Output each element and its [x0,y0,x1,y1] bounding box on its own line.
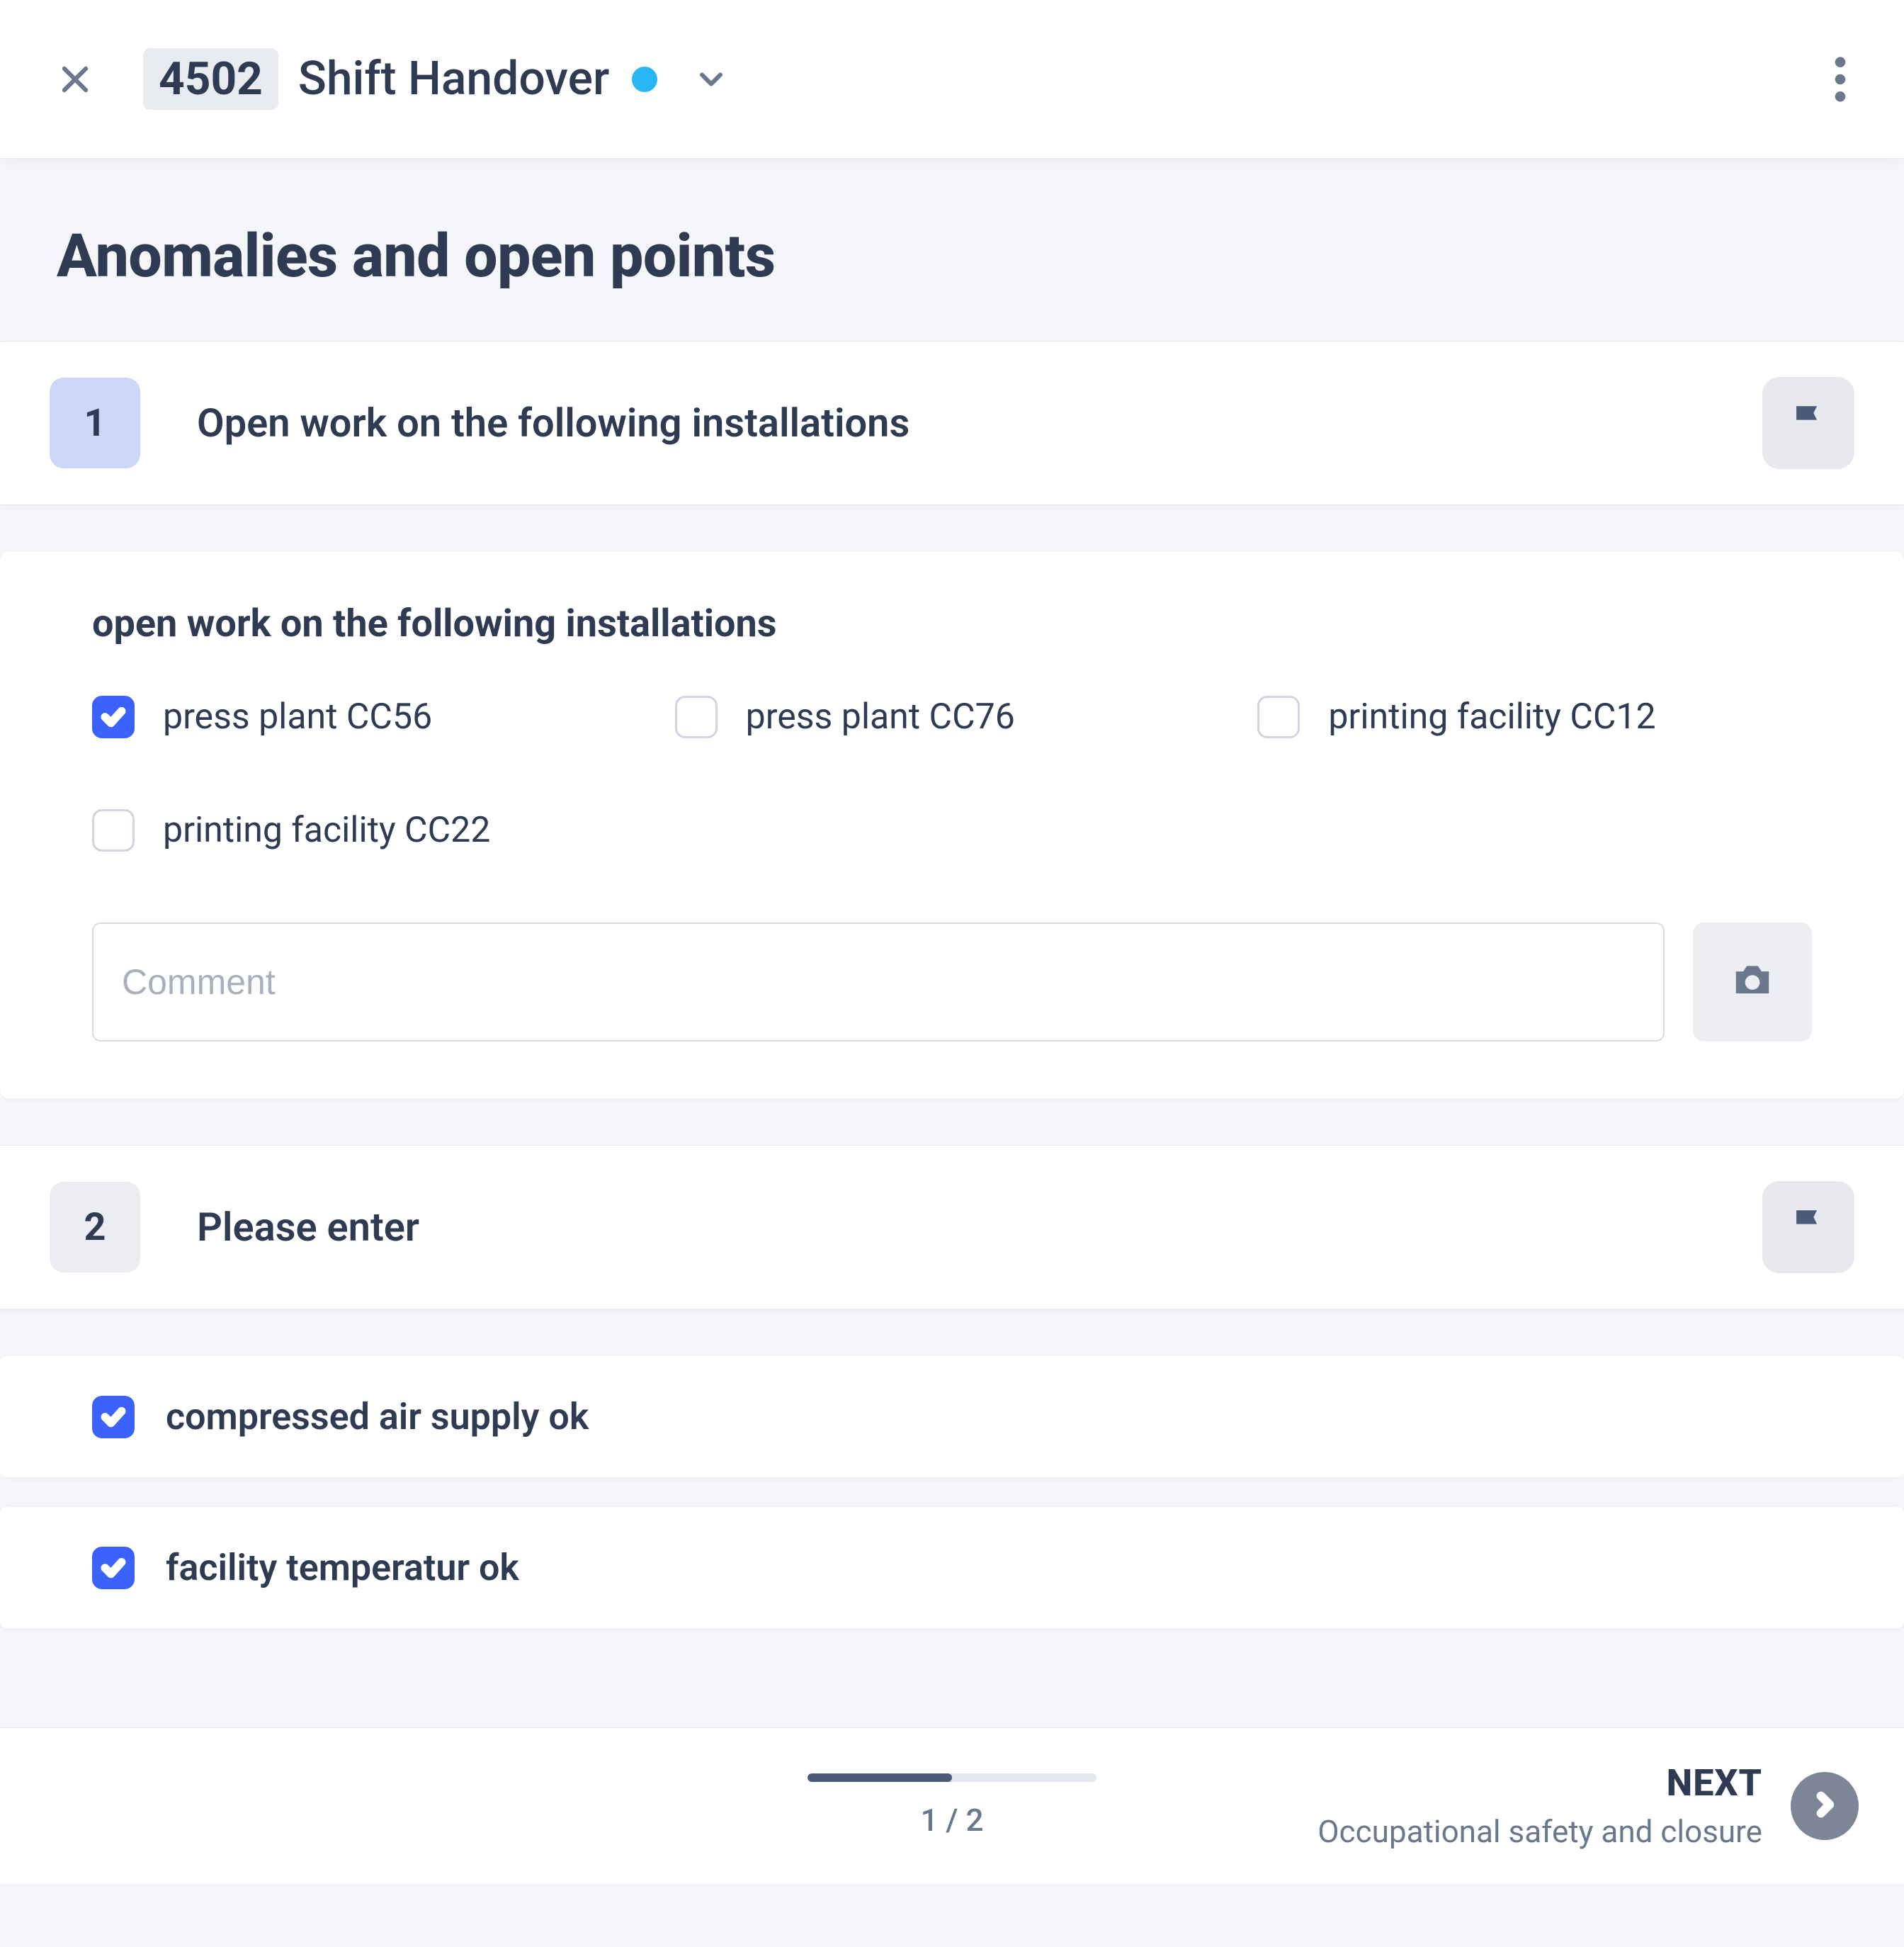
comment-row [92,922,1812,1042]
checkbox-icon [92,809,135,852]
chevron-down-icon[interactable] [693,61,730,98]
question-number-badge: 1 [50,378,140,468]
option-printing-facility-cc12[interactable]: printing facility CC12 [1257,696,1812,738]
flag-button[interactable] [1762,1181,1854,1273]
checkbox-icon [675,696,718,738]
section-title: Anomalies and open points [57,221,1847,291]
progress-bar [808,1773,1096,1782]
progress-text: 1 / 2 [920,1802,983,1839]
checkbox-icon [1257,696,1300,738]
list-item-compressed-air[interactable]: compressed air supply ok [0,1356,1904,1477]
question-1-header: 1 Open work on the following installatio… [0,341,1904,505]
question-2-header: 2 Please enter [0,1145,1904,1309]
app-header: 4502 Shift Handover [0,0,1904,159]
question-subtitle: open work on the following installations [92,602,1812,646]
chevron-right-icon [1810,1790,1840,1822]
status-dot-icon [632,67,657,92]
report-id-badge: 4502 [143,48,278,110]
question-number-badge: 2 [50,1182,140,1272]
checkbox-icon [92,1396,135,1438]
list-item-label: compressed air supply ok [166,1395,589,1438]
camera-icon [1730,962,1774,1002]
progress-fill [808,1773,952,1782]
checkbox-icon [92,1547,135,1589]
option-label: press plant CC56 [163,696,432,738]
next-label: NEXT [1318,1761,1762,1805]
question-1-body: open work on the following installations… [0,552,1904,1098]
checkbox-icon [92,696,135,738]
option-press-plant-cc76[interactable]: press plant CC76 [675,696,1230,738]
list-item-facility-temperature[interactable]: facility temperatur ok [0,1507,1904,1628]
attach-photo-button[interactable] [1693,922,1812,1042]
close-icon[interactable] [57,61,94,98]
section-header: Anomalies and open points [0,159,1904,341]
next-subtitle: Occupational safety and closure [1318,1813,1762,1850]
question-title: Please enter [197,1204,1762,1251]
options-grid: press plant CC56 press plant CC76 printi… [92,696,1812,852]
flag-icon [1788,401,1829,445]
list-item-label: facility temperatur ok [166,1546,519,1589]
more-vertical-icon[interactable] [1833,55,1847,103]
page-title: Shift Handover [298,52,609,106]
flag-icon [1788,1205,1829,1249]
next-fab[interactable] [1791,1772,1859,1840]
option-press-plant-cc56[interactable]: press plant CC56 [92,696,647,738]
comment-input[interactable] [92,922,1665,1042]
option-label: printing facility CC22 [163,810,490,851]
flag-button[interactable] [1762,377,1854,469]
footer-nav: 1 / 2 NEXT Occupational safety and closu… [0,1727,1904,1883]
option-label: press plant CC76 [746,696,1015,738]
option-label: printing facility CC12 [1328,696,1655,738]
progress-indicator: 1 / 2 [808,1773,1096,1839]
option-printing-facility-cc22[interactable]: printing facility CC22 [92,809,647,852]
next-button[interactable]: NEXT Occupational safety and closure [1318,1728,1859,1883]
question-title: Open work on the following installations [197,400,1762,446]
question-2-list: compressed air supply ok facility temper… [0,1356,1904,1628]
